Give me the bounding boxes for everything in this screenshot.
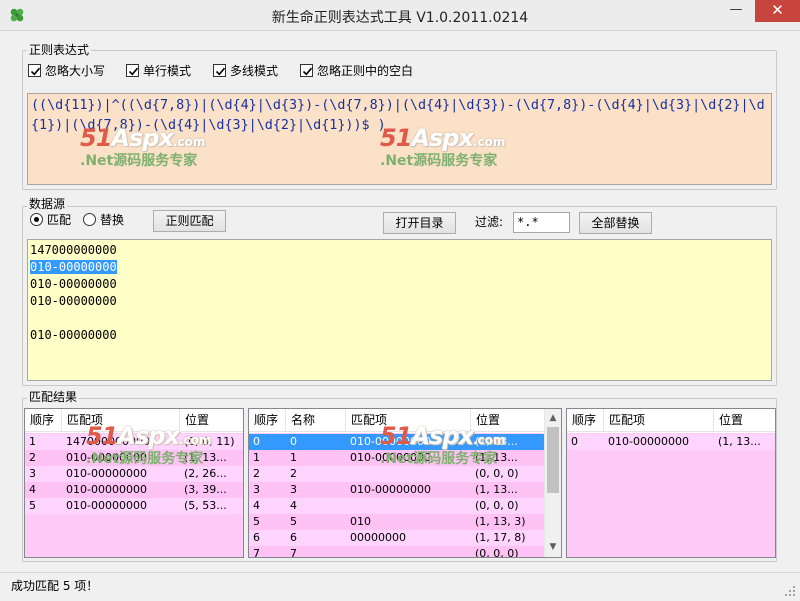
column-header[interactable]: 顺序 (25, 409, 62, 432)
replace-all-button[interactable]: 全部替换 (579, 212, 652, 234)
column-header[interactable]: 名称 (286, 409, 346, 432)
table-row[interactable]: 4 010-00000000 (3, 39... (25, 482, 243, 498)
table-row[interactable]: 1 1 010-00000000 (1, 13... (249, 450, 545, 466)
filter-label: 过滤: (475, 215, 504, 229)
table-row[interactable]: 1 147000000000 (0, 0, 11) (25, 434, 243, 450)
checkbox-check-icon (300, 64, 313, 77)
table-row[interactable]: 3 3 010-00000000 (1, 13... (249, 482, 545, 498)
ignore-whitespace-checkbox[interactable]: 忽略正则中的空白 (300, 63, 413, 79)
column-header[interactable]: 顺序 (567, 409, 604, 432)
window-title: 新生命正则表达式工具 V1.0.2011.0214 (271, 10, 529, 26)
table-row[interactable]: 2 010-00000000 (1, 13... (25, 450, 243, 466)
checkbox-check-icon (28, 64, 41, 77)
column-header[interactable]: 顺序 (249, 409, 286, 432)
groups-listview[interactable]: 顺序 名称 匹配项 位置 0 0 010-00000000 (1, 13... … (248, 408, 562, 558)
scroll-down-arrow-icon[interactable]: ▼ (545, 539, 561, 555)
open-directory-button[interactable]: 打开目录 (383, 212, 456, 234)
multiline-checkbox[interactable]: 多线模式 (213, 63, 278, 79)
radio-empty-icon (83, 213, 96, 226)
data-source-group-label: 数据源 (27, 197, 68, 211)
matches-body: 1 147000000000 (0, 0, 11) 2 010-00000000… (25, 433, 243, 557)
column-header[interactable]: 位置 (471, 409, 545, 432)
results-group-label: 匹配结果 (27, 390, 80, 404)
data-line: 010-00000000 (30, 294, 117, 308)
table-row[interactable]: 5 010-00000000 (5, 53... (25, 498, 243, 514)
table-row[interactable]: 4 4 (0, 0, 0) (249, 498, 545, 514)
groups-body: 0 0 010-00000000 (1, 13... 1 1 010-00000… (249, 433, 545, 557)
captures-header: 顺序 匹配项 位置 (567, 409, 775, 432)
column-header[interactable]: 位置 (714, 409, 775, 432)
regex-match-button[interactable]: 正则匹配 (153, 210, 226, 232)
title-bar: 新生命正则表达式工具 V1.0.2011.0214 — ✕ (0, 0, 800, 31)
regex-pattern-input[interactable]: ((\d{11})|^((\d{7,8})|(\d{4}|\d{3})-(\d{… (27, 93, 772, 185)
regex-group-label: 正则表达式 (27, 43, 92, 57)
column-header[interactable]: 匹配项 (604, 409, 714, 432)
match-mode-radio[interactable]: 匹配 (30, 212, 71, 228)
status-bar: 成功匹配 5 项！ (0, 572, 800, 601)
table-row[interactable]: 6 6 00000000 (1, 17, 8) (249, 530, 545, 546)
data-line: 010-00000000 (30, 328, 117, 342)
table-row[interactable]: 0 010-00000000 (1, 13... (567, 434, 775, 450)
column-header[interactable]: 匹配项 (346, 409, 471, 432)
matches-listview[interactable]: 顺序 匹配项 位置 1 147000000000 (0, 0, 11) 2 01… (24, 408, 244, 558)
minimize-button[interactable]: — (723, 0, 749, 22)
data-source-textarea[interactable]: 147000000000 010-00000000 010-00000000 0… (27, 239, 772, 381)
radio-selected-icon (30, 213, 43, 226)
matches-header: 顺序 匹配项 位置 (25, 409, 243, 432)
scroll-up-arrow-icon[interactable]: ▲ (545, 410, 561, 426)
close-button[interactable]: ✕ (755, 0, 800, 22)
data-line-selected: 010-00000000 (30, 260, 117, 274)
table-row-selected[interactable]: 0 0 010-00000000 (1, 13... (249, 434, 545, 450)
replace-mode-radio[interactable]: 替换 (83, 212, 124, 228)
data-line: 147000000000 (30, 243, 117, 257)
checkbox-check-icon (126, 64, 139, 77)
checkbox-check-icon (213, 64, 226, 77)
captures-body: 0 010-00000000 (1, 13... (567, 433, 775, 557)
filter-input[interactable]: *.* (513, 212, 570, 233)
groups-header: 顺序 名称 匹配项 位置 (249, 409, 545, 432)
column-header[interactable]: 匹配项 (62, 409, 180, 432)
data-line (30, 310, 769, 327)
status-text: 成功匹配 5 项！ (11, 579, 99, 593)
table-row[interactable]: 7 7 (0, 0, 0) (249, 546, 545, 557)
minimize-icon: — (729, 2, 743, 17)
close-icon: ✕ (771, 1, 784, 19)
table-row[interactable]: 5 5 010 (1, 13, 3) (249, 514, 545, 530)
data-line: 010-00000000 (30, 277, 117, 291)
column-header[interactable]: 位置 (180, 409, 243, 432)
table-row[interactable]: 2 2 (0, 0, 0) (249, 466, 545, 482)
scrollbar-thumb[interactable] (547, 427, 559, 493)
ignore-case-checkbox[interactable]: 忽略大小写 (28, 63, 105, 79)
resize-grip-icon[interactable] (784, 585, 796, 597)
singleline-checkbox[interactable]: 单行模式 (126, 63, 191, 79)
table-row[interactable]: 3 010-00000000 (2, 26... (25, 466, 243, 482)
groups-scrollbar[interactable]: ▲ ▼ (544, 409, 561, 557)
captures-listview[interactable]: 顺序 匹配项 位置 0 010-00000000 (1, 13... (566, 408, 776, 558)
